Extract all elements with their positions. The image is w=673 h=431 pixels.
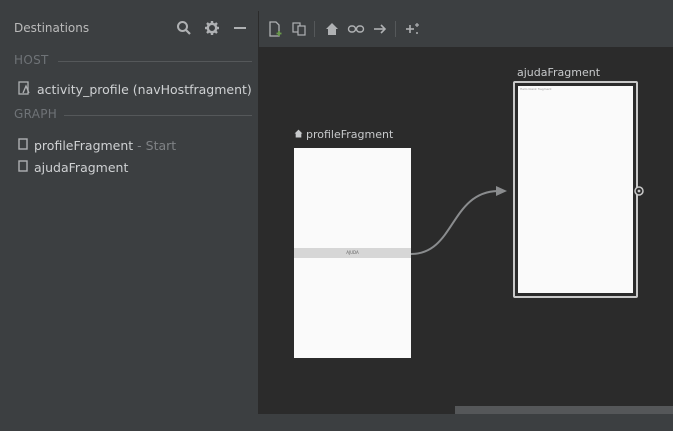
action-arrow-icon[interactable]: [370, 19, 390, 39]
new-destination-icon[interactable]: [265, 19, 285, 39]
host-divider: [58, 61, 252, 62]
home-icon[interactable]: [322, 19, 342, 39]
destination-item-ajudafragment[interactable]: ajudaFragment: [18, 160, 128, 175]
nested-graph-icon[interactable]: [289, 19, 309, 39]
destination-name: ajudaFragment: [34, 160, 129, 175]
window-left-edge: [0, 11, 8, 431]
profilefragment-preview[interactable]: AJUDA: [294, 148, 411, 358]
search-icon[interactable]: [174, 18, 194, 38]
graph-section-label: GRAPH: [14, 107, 58, 121]
graph-divider: [64, 115, 252, 116]
ajudafragment-label: ajudaFragment: [517, 66, 601, 79]
window-top-bar: [0, 0, 673, 11]
profilefragment-label: profileFragment: [294, 128, 393, 141]
ajudafragment-preview[interactable]: Hello blank fragment: [513, 81, 638, 298]
ajuda-screen-content: Hello blank fragment: [518, 86, 633, 293]
destination-item-profilefragment[interactable]: profileFragment - Start: [18, 138, 176, 153]
host-section-label: HOST: [14, 53, 49, 67]
activity-icon: [18, 81, 31, 98]
destination-name: profileFragment: [34, 138, 134, 153]
toolbar-separator: [314, 21, 315, 37]
minimize-icon[interactable]: [230, 18, 250, 38]
gear-icon[interactable]: [202, 18, 222, 38]
start-tag: - Start: [133, 138, 177, 153]
fragment-icon: [18, 160, 28, 175]
fragment-icon: [18, 138, 28, 153]
destinations-panel: Destinations HOST activity_profile (navH…: [8, 11, 259, 414]
ajuda-button-preview: AJUDA: [294, 248, 411, 258]
horizontal-scrollbar[interactable]: [455, 406, 673, 414]
auto-arrange-icon[interactable]: [403, 19, 423, 39]
deeplink-icon[interactable]: [346, 19, 366, 39]
host-item[interactable]: activity_profile (navHostfragment): [18, 81, 252, 98]
host-item-label: activity_profile (navHostfragment): [37, 82, 252, 97]
start-home-icon: [294, 128, 303, 141]
nav-editor-toolbar: [259, 11, 673, 48]
window-bottom-bar: [0, 414, 673, 431]
panel-title: Destinations: [14, 21, 90, 35]
toolbar-separator: [395, 21, 396, 37]
